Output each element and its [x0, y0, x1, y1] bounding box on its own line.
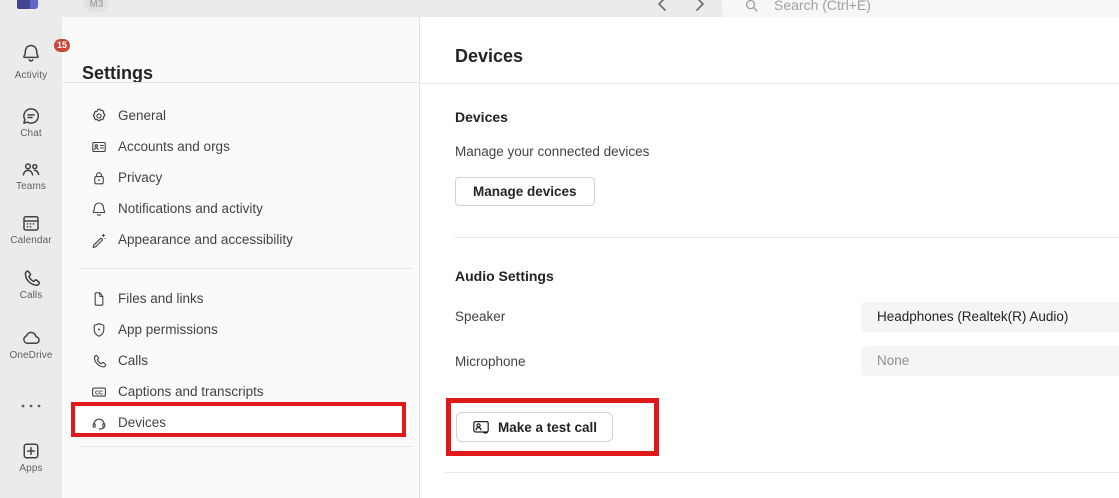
search-input[interactable]: Search (Ctrl+E) [722, 0, 1119, 17]
divider [80, 446, 412, 447]
sidebar-item-general[interactable]: General [62, 100, 420, 131]
rail-item-teams[interactable]: Teams [0, 159, 62, 192]
settings-title: Settings [82, 63, 154, 83]
search-placeholder: Search (Ctrl+E) [774, 0, 871, 13]
gear-icon [92, 108, 106, 121]
app-rail: 15 Activity Chat Teams Calendar Calls On… [0, 17, 71, 498]
devices-section-description: Manage your connected devices [455, 144, 650, 159]
workspace-badge: M3 [84, 0, 109, 12]
sidebar-item-label: Appearance and accessibility [118, 232, 293, 247]
divider [62, 82, 420, 83]
sidebar-item-privacy[interactable]: Privacy [62, 162, 420, 193]
rail-item-more[interactable] [0, 397, 62, 415]
shield-icon [93, 322, 105, 337]
id-card-icon [92, 141, 106, 152]
rail-label: Chat [20, 128, 42, 139]
divider [445, 472, 1119, 473]
divider [80, 268, 412, 269]
test-call-label: Make a test call [498, 419, 598, 435]
rail-item-chat[interactable]: Chat [0, 106, 62, 139]
cloud-icon [23, 331, 40, 344]
rail-label: OneDrive [9, 350, 53, 361]
phone-icon [93, 354, 107, 367]
devices-section-heading: Devices [455, 109, 508, 125]
sidebar-item-label: Files and links [118, 291, 204, 306]
document-icon [94, 291, 104, 306]
rail-label: Apps [19, 463, 43, 474]
sidebar-item-label: Privacy [118, 170, 163, 185]
divider [420, 83, 1119, 84]
sidebar-item-label: App permissions [118, 322, 218, 337]
captions-icon: CC [92, 387, 106, 397]
pen-sparkle-icon [92, 233, 106, 248]
audio-settings-heading: Audio Settings [455, 268, 554, 284]
forward-button[interactable] [691, 0, 709, 15]
lock-icon [94, 171, 104, 184]
activity-badge: 15 [54, 39, 71, 52]
title-bar: M3 Search (Ctrl+E) [0, 0, 1119, 17]
sidebar-item-label: General [118, 108, 167, 123]
sidebar-item-app-permissions[interactable]: App permissions [62, 314, 420, 345]
calendar-icon [23, 216, 39, 231]
rail-item-activity[interactable]: 15 Activity [0, 39, 71, 81]
sidebar-item-label: Accounts and orgs [118, 139, 230, 154]
apps-plus-icon [23, 443, 39, 459]
headset-icon [92, 418, 106, 430]
rail-label: Calls [19, 290, 43, 301]
test-call-icon [473, 420, 489, 434]
microphone-dropdown[interactable]: None [861, 346, 1119, 376]
settings-sidebar: Settings General Accounts and orgs Priva… [62, 17, 420, 498]
search-icon [745, 0, 758, 12]
bell-icon [92, 201, 106, 216]
sidebar-item-label: Captions and transcripts [118, 384, 264, 399]
rail-item-calls[interactable]: Calls [0, 268, 62, 301]
teams-logo-icon [17, 0, 38, 12]
sidebar-item-notifications[interactable]: Notifications and activity [62, 193, 420, 224]
page-title: Devices [455, 46, 524, 66]
bell-icon [23, 44, 39, 62]
microphone-label: Microphone [455, 354, 526, 369]
ellipsis-icon [21, 404, 41, 408]
sidebar-item-captions[interactable]: CC Captions and transcripts [62, 376, 420, 407]
rail-label: Calendar [10, 235, 52, 246]
speaker-dropdown[interactable]: Headphones (Realtek(R) Audio) [861, 302, 1119, 332]
back-button[interactable] [653, 0, 671, 15]
sidebar-item-label: Calls [118, 353, 149, 368]
sidebar-item-files-and-links[interactable]: Files and links [62, 283, 420, 314]
make-test-call-button[interactable]: Make a test call [456, 412, 614, 442]
phone-icon [24, 270, 41, 287]
speaker-label: Speaker [455, 309, 506, 324]
sidebar-item-appearance[interactable]: Appearance and accessibility [62, 224, 420, 255]
sidebar-item-accounts-and-orgs[interactable]: Accounts and orgs [62, 131, 420, 162]
sidebar-item-calls[interactable]: Calls [62, 345, 420, 376]
sidebar-item-label: Devices [118, 415, 167, 430]
rail-item-calendar[interactable]: Calendar [0, 213, 62, 246]
people-icon [22, 163, 40, 176]
svg-text:CC: CC [95, 390, 103, 396]
rail-label: Teams [16, 181, 46, 192]
rail-item-onedrive[interactable]: OneDrive [0, 328, 62, 361]
rail-label: Activity [14, 70, 48, 81]
rail-item-apps[interactable]: Apps [0, 441, 62, 474]
manage-devices-button[interactable]: Manage devices [455, 177, 595, 206]
chat-icon [23, 108, 39, 124]
divider [454, 237, 1119, 238]
devices-panel: Devices Devices Manage your connected de… [420, 17, 1119, 498]
sidebar-item-label: Notifications and activity [118, 201, 263, 216]
sidebar-item-devices[interactable]: Devices [76, 407, 410, 438]
